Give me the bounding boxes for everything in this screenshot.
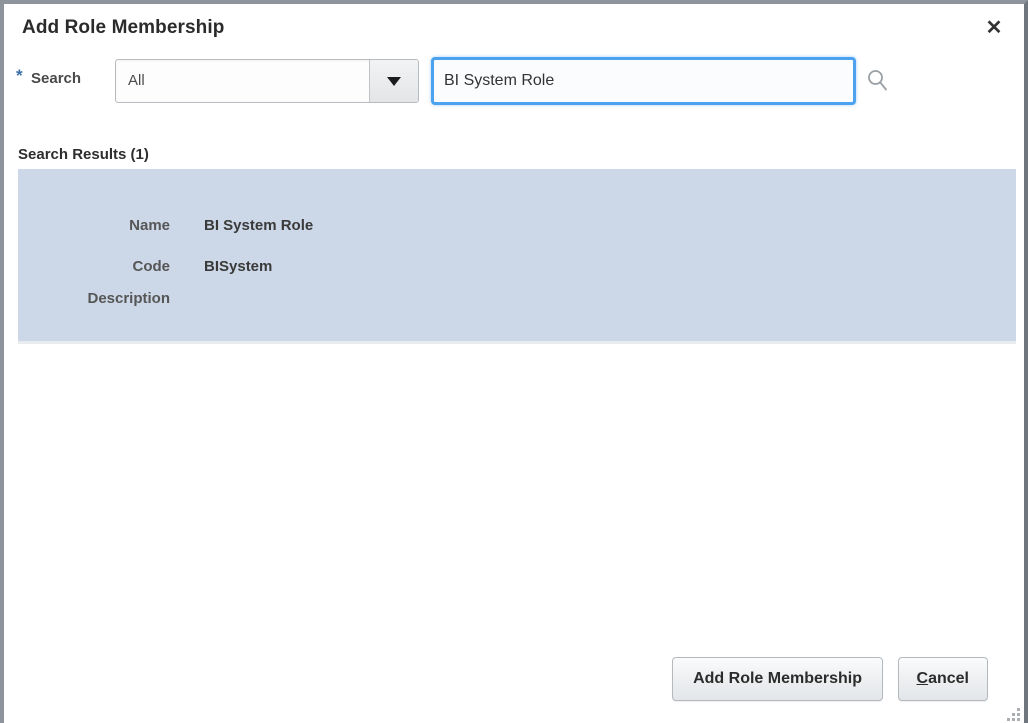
add-role-membership-dialog: Add Role Membership ✕ * Search All BI Sy…	[0, 0, 1028, 723]
search-results-header: Search Results (1)	[18, 146, 149, 163]
required-asterisk: *	[16, 66, 23, 85]
result-field-row: Code BISystem	[18, 258, 1016, 280]
cancel-accesskey: C	[916, 670, 929, 687]
close-icon[interactable]: ✕	[982, 17, 1006, 41]
search-results-panel[interactable]: Name BI System Role Code BISystem Descri…	[18, 169, 1016, 344]
result-field-row: Description	[18, 290, 1016, 312]
search-scope-dropdown[interactable]: All	[115, 59, 419, 103]
search-input-wrapper	[431, 57, 856, 105]
dialog-title: Add Role Membership	[22, 17, 225, 38]
search-icon[interactable]	[864, 67, 892, 95]
search-input[interactable]	[431, 57, 856, 105]
result-field-label: Code	[132, 258, 171, 275]
dialog-titlebar: Add Role Membership ✕	[4, 4, 1024, 50]
dialog-footer: Add Role Membership Cancel	[4, 643, 1024, 723]
result-field-label: Description	[87, 290, 170, 307]
search-scope-value: All	[128, 72, 145, 89]
resize-grip-icon[interactable]	[1002, 703, 1020, 721]
result-field-value: BI System Role	[204, 217, 314, 234]
chevron-down-icon[interactable]	[369, 60, 418, 102]
search-label: Search	[31, 70, 82, 87]
result-field-value: BISystem	[204, 258, 273, 275]
result-field-label: Name	[129, 217, 170, 234]
cancel-button[interactable]: Cancel	[897, 657, 988, 701]
cancel-label-rest: ancel	[928, 670, 969, 687]
result-field-row: Name BI System Role	[18, 217, 1016, 239]
add-role-membership-button[interactable]: Add Role Membership	[672, 657, 883, 701]
